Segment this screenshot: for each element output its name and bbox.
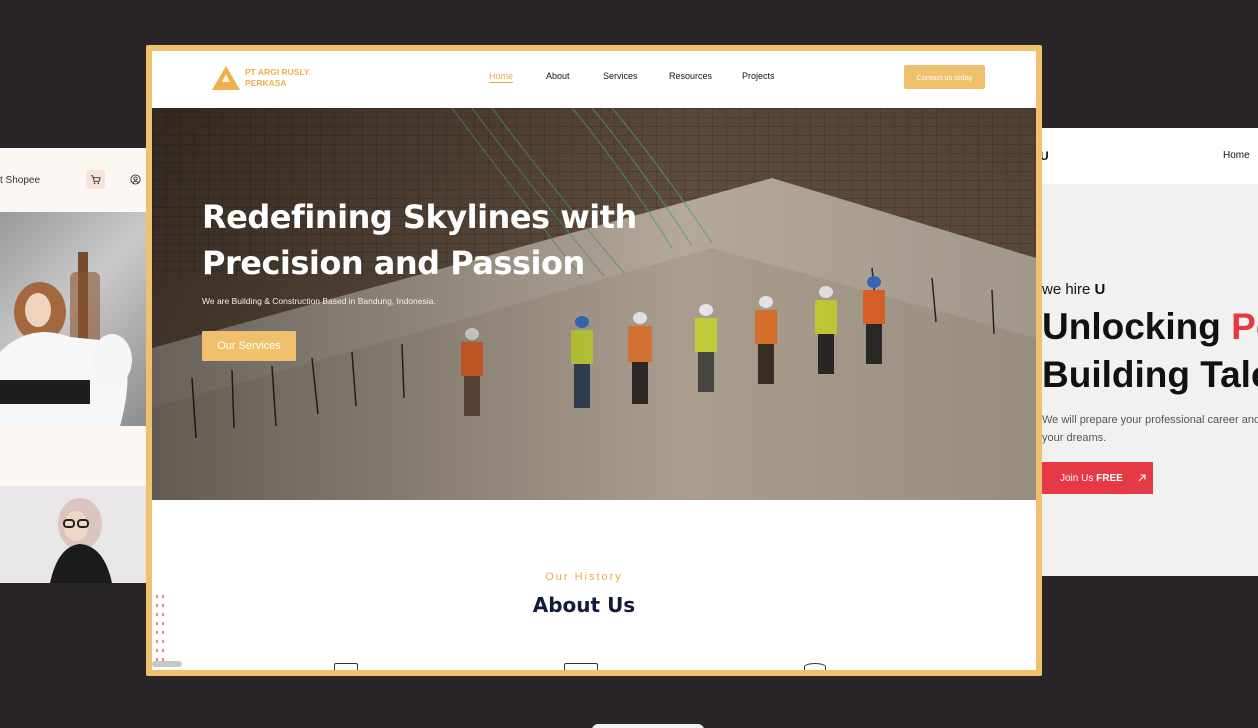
hero-section: Redefining Skylines with Precision and P… xyxy=(152,108,1036,500)
horizontal-scrollbar[interactable] xyxy=(152,661,182,667)
cart-button[interactable] xyxy=(86,170,105,189)
nav-home[interactable]: Home xyxy=(489,71,514,83)
main-preview-frame[interactable]: PT ARGI RUSLY PERKASA Home About Service… xyxy=(146,45,1042,676)
shopee-link[interactable]: t Shopee xyxy=(0,175,40,186)
history-eyebrow: Our History xyxy=(545,571,623,583)
about-us-heading: About Us xyxy=(532,593,636,617)
feature-icon xyxy=(334,663,358,670)
triangle-logo-icon xyxy=(212,66,240,90)
left-card-navbar: t Shopee xyxy=(0,148,146,212)
nav-services[interactable]: Services xyxy=(603,71,638,81)
hero-title: Redefining Skylines with Precision and P… xyxy=(202,198,637,282)
account-button[interactable] xyxy=(126,170,145,189)
right-preview-card[interactable]: U Home we hire U Unlocking Po Building T… xyxy=(1036,128,1258,576)
site-navbar: PT ARGI RUSLY PERKASA Home About Service… xyxy=(152,51,1036,108)
nav-home-link[interactable]: Home xyxy=(1223,150,1250,161)
feature-icon xyxy=(564,663,598,670)
main-website-page: PT ARGI RUSLY PERKASA Home About Service… xyxy=(152,51,1036,670)
feature-icon xyxy=(804,663,826,670)
our-services-button[interactable]: Our Services xyxy=(202,331,296,361)
right-card-navbar: U Home xyxy=(1036,128,1258,184)
hero-subtitle: We are Building & Construction Based in … xyxy=(202,296,436,306)
fashion-photo-model-hijab xyxy=(0,212,146,426)
fashion-photo-model-glasses xyxy=(0,486,146,583)
join-us-button[interactable]: Join Us FREE xyxy=(1042,462,1153,494)
bottom-indicator[interactable] xyxy=(592,724,704,728)
left-preview-card[interactable]: t Shopee xyxy=(0,148,146,583)
right-hero-headline: Unlocking Po Building Tale xyxy=(1042,306,1258,395)
nav-projects[interactable]: Projects xyxy=(742,71,775,81)
hire-tagline: we hire U xyxy=(1042,281,1106,298)
brand-logo[interactable]: PT ARGI RUSLY PERKASA xyxy=(211,65,320,91)
nav-about[interactable]: About xyxy=(546,71,570,81)
nav-resources[interactable]: Resources xyxy=(669,71,712,81)
right-hero-description: We will prepare your professional career… xyxy=(1042,414,1258,444)
arrow-up-right-icon xyxy=(1138,474,1146,482)
brand-name: PT ARGI RUSLY PERKASA xyxy=(245,67,310,88)
user-circle-icon xyxy=(130,174,141,185)
contact-us-button[interactable]: Contact us today xyxy=(904,65,985,89)
cart-icon xyxy=(90,175,101,184)
